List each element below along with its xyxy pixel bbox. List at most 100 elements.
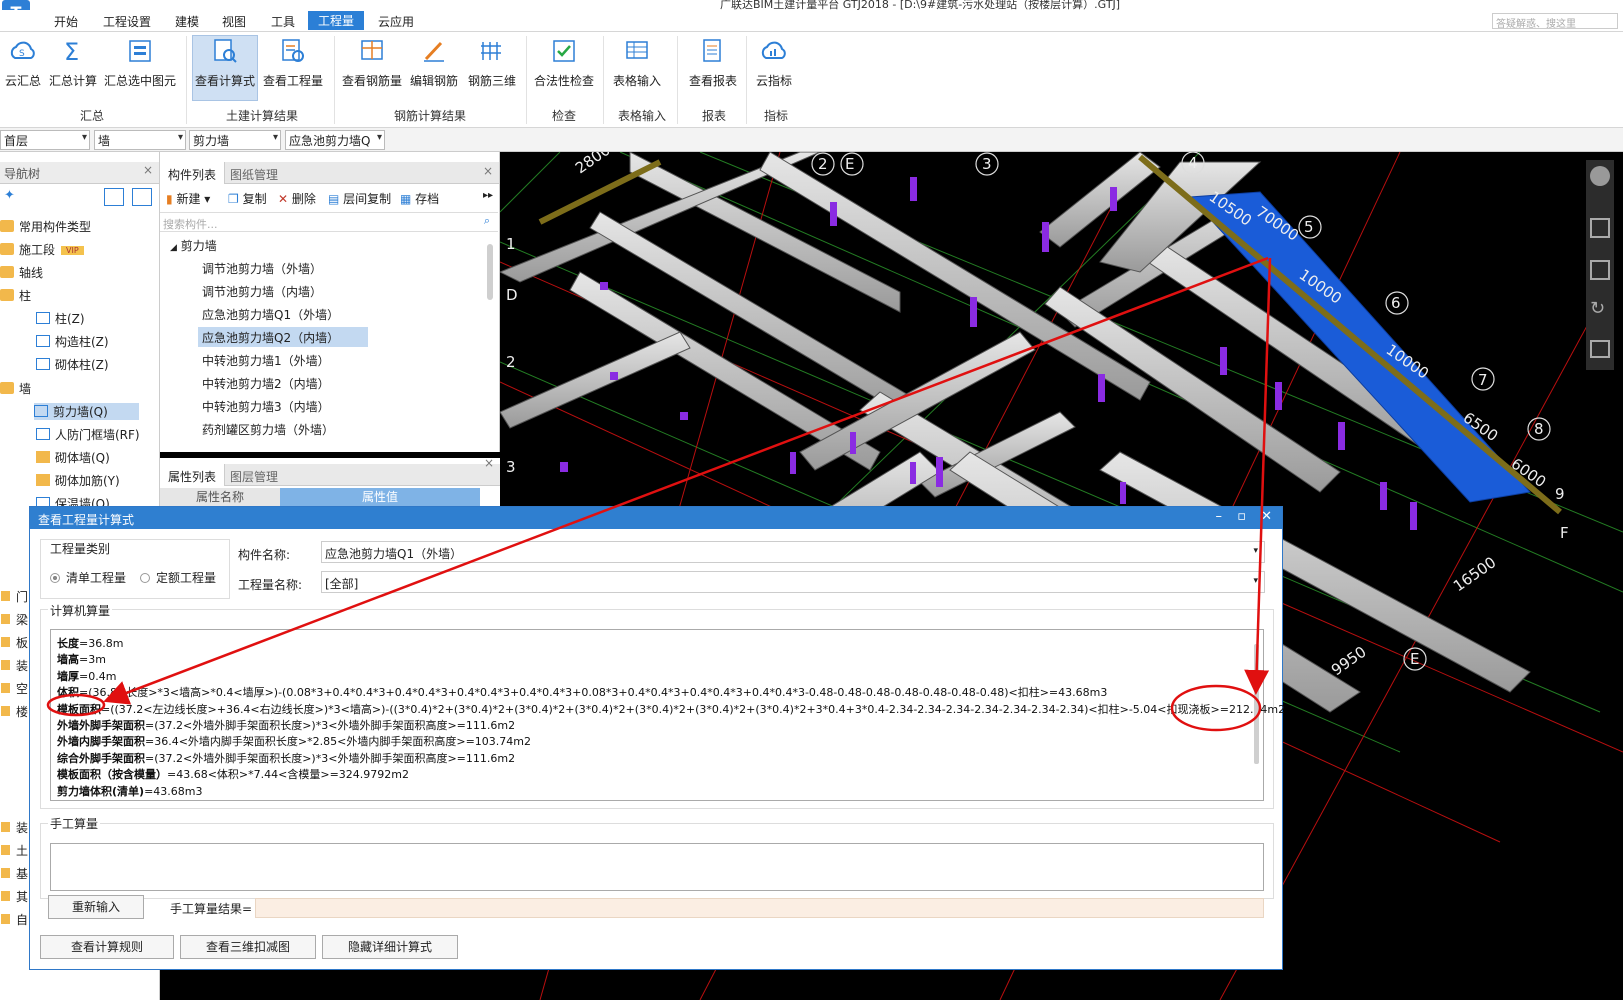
close-icon[interactable]: × (484, 456, 494, 470)
tree-item-label[interactable]: 梁 (16, 611, 28, 628)
rebar-3d-label: 钢筋三维 (467, 74, 516, 88)
tab-property-list[interactable]: 属性列表 (160, 464, 226, 486)
tree-item-constructional-column[interactable]: 构造柱(Z) (36, 333, 109, 350)
rebar-3d-button[interactable]: 钢筋三维 (466, 36, 518, 89)
manual-result-field[interactable] (255, 898, 1264, 918)
tree-item-masonry-rebar[interactable]: 砌体加筋(Y) (36, 472, 120, 489)
menu-tools[interactable]: 工具 (271, 13, 295, 30)
tree-item-label[interactable]: 装 (16, 819, 28, 836)
copy-button[interactable]: ❐ 复制 (228, 190, 267, 207)
tab-component-list[interactable]: 构件列表 (160, 162, 226, 184)
rotate-icon[interactable]: ↻ (1590, 298, 1605, 319)
component-search-input[interactable]: 搜索构件... ⌕ (160, 212, 498, 232)
archive-button[interactable]: ▦ 存档 (400, 190, 439, 207)
box-icon[interactable] (1590, 260, 1610, 280)
tree-item-label[interactable]: 楼 (16, 703, 28, 720)
tree-item-axis[interactable]: 轴线 (0, 264, 43, 281)
table-input-button[interactable]: 表格输入 (610, 36, 664, 89)
view-report-button[interactable]: 查看报表 (686, 36, 740, 89)
tree-item-masonry-column[interactable]: 砌体柱(Z) (36, 356, 109, 373)
list-item[interactable]: 中转池剪力墙2（内墙） (202, 375, 330, 392)
list-scrollbar[interactable] (487, 244, 493, 300)
tree-item-label[interactable]: 自 (16, 911, 28, 928)
cloud-index-button[interactable]: 云指标 (754, 36, 794, 89)
formula-text-area[interactable]: 长度=36.8m 墙高=3m 墙厚=0.4m 体积=(36.8<长度>*3<墙高… (50, 629, 1285, 801)
sum-selected-button[interactable]: 汇总选中图元 (104, 36, 176, 89)
more-icon[interactable]: ▸▸ (483, 190, 493, 201)
close-icon[interactable]: × (483, 164, 493, 178)
tree-item-shear-wall[interactable]: 剪力墙(Q) (34, 403, 139, 420)
tree-item-label[interactable]: 空 (16, 680, 28, 697)
cube-icon[interactable] (1590, 218, 1610, 238)
edit-rebar-button[interactable]: 编辑钢筋 (408, 36, 460, 89)
view-calc-rules-button[interactable]: 查看计算规则 (40, 935, 174, 959)
tab-layer-management[interactable]: 图层管理 (222, 464, 286, 486)
menu-quantity[interactable]: 工程量 (308, 11, 365, 30)
tree-item-common[interactable]: 常用构件类型 (0, 218, 91, 235)
help-search-input[interactable]: 答疑解惑、搜这里 (1492, 13, 1618, 30)
subtype-select[interactable]: 剪力墙 ▾ (189, 130, 281, 150)
list-view-icon[interactable] (104, 188, 124, 206)
list-item[interactable]: 中转池剪力墙3（内墙） (202, 398, 330, 415)
formula-scrollbar[interactable] (1254, 644, 1259, 764)
tree-item-civil-defense-wall[interactable]: 人防门框墙(RF) (36, 426, 140, 443)
menu-cloud[interactable]: 云应用 (378, 13, 414, 30)
tree-item-label[interactable]: 其 (16, 888, 28, 905)
tree-item-label[interactable]: 板 (16, 634, 28, 651)
component-group[interactable]: ◢ 剪力墙 (170, 237, 217, 254)
category-legend: 工程量类别 (48, 540, 113, 557)
component-name-select[interactable]: 应急池剪力墙Q1（外墙） ▾ (321, 541, 1265, 563)
grid-icon[interactable] (1590, 340, 1610, 358)
quantity-name-select[interactable]: [全部] ▾ (321, 571, 1265, 593)
minimize-icon[interactable]: – (1216, 509, 1223, 524)
menu-project-settings[interactable]: 工程设置 (103, 13, 151, 30)
tree-item-column[interactable]: 柱(Z) (36, 310, 85, 327)
grid-view-icon[interactable] (132, 188, 152, 206)
legality-check-label: 合法性检查 (533, 74, 594, 88)
view-rebar-button[interactable]: 查看钢筋量 (342, 36, 402, 89)
radio-bill-quantity[interactable]: 清单工程量 (50, 569, 126, 586)
tree-item-wall-group[interactable]: 墙 (0, 380, 31, 397)
sparkle-icon[interactable]: ✦ (4, 188, 15, 203)
list-item[interactable]: 调节池剪力墙（内墙） (202, 283, 322, 300)
maximize-icon[interactable]: ▫ (1237, 509, 1246, 524)
floor-select[interactable]: 首层 ▾ (0, 130, 90, 150)
new-button[interactable]: ▮ 新建 ▾ (166, 190, 210, 207)
close-icon[interactable]: ✕ (1261, 509, 1272, 524)
list-item[interactable]: 应急池剪力墙Q1（外墙） (202, 306, 339, 323)
tree-item-segment[interactable]: 施工段 VIP (0, 241, 84, 258)
sum-calc-button[interactable]: Σ 汇总计算 (48, 36, 98, 89)
list-item-selected[interactable]: 应急池剪力墙Q2（内墙） (198, 327, 368, 347)
reinput-button[interactable]: 重新输入 (48, 895, 144, 919)
formula-key: 外墙内脚手架面积 (57, 735, 145, 749)
component-select[interactable]: 应急池剪力墙Q ▾ (285, 130, 385, 150)
radio-quota-quantity[interactable]: 定额工程量 (140, 569, 216, 586)
cloud-sum-button[interactable]: S 云汇总 (4, 36, 42, 89)
close-icon[interactable]: × (143, 163, 153, 177)
list-item[interactable]: 中转池剪力墙1（外墙） (202, 352, 330, 369)
tree-item-masonry-wall[interactable]: 砌体墙(Q) (36, 449, 110, 466)
menu-modeling[interactable]: 建模 (175, 13, 199, 30)
orbit-icon[interactable] (1590, 166, 1610, 186)
legality-check-button[interactable]: 合法性检查 (532, 36, 596, 89)
tree-item-column-group[interactable]: 柱 (0, 287, 31, 304)
type-select[interactable]: 墙 ▾ (94, 130, 186, 150)
delete-button[interactable]: ✕ 删除 (278, 190, 316, 207)
menu-start[interactable]: 开始 (54, 13, 78, 30)
manual-calc-input[interactable] (50, 843, 1264, 891)
radio-dot-icon (50, 573, 60, 583)
tree-item-label[interactable]: 门 (16, 588, 28, 605)
list-item[interactable]: 药剂罐区剪力墙（外墙） (202, 421, 334, 438)
view-formula-button[interactable]: 查看计算式 (192, 35, 258, 101)
component-select-value: 应急池剪力墙Q (289, 134, 371, 148)
view-quantity-button[interactable]: 查看工程量 (262, 36, 324, 89)
tree-item-label[interactable]: 土 (16, 842, 28, 859)
hide-formula-button[interactable]: 隐藏详细计算式 (322, 935, 458, 959)
tree-item-label[interactable]: 基 (16, 865, 28, 882)
list-item[interactable]: 调节池剪力墙（外墙） (202, 260, 322, 277)
tab-drawing-management[interactable]: 图纸管理 (222, 162, 286, 184)
tree-item-label[interactable]: 装 (16, 657, 28, 674)
menu-view[interactable]: 视图 (222, 13, 246, 30)
view-3d-deduction-button[interactable]: 查看三维扣减图 (180, 935, 316, 959)
floor-copy-button[interactable]: ▤ 层间复制 (328, 190, 391, 207)
